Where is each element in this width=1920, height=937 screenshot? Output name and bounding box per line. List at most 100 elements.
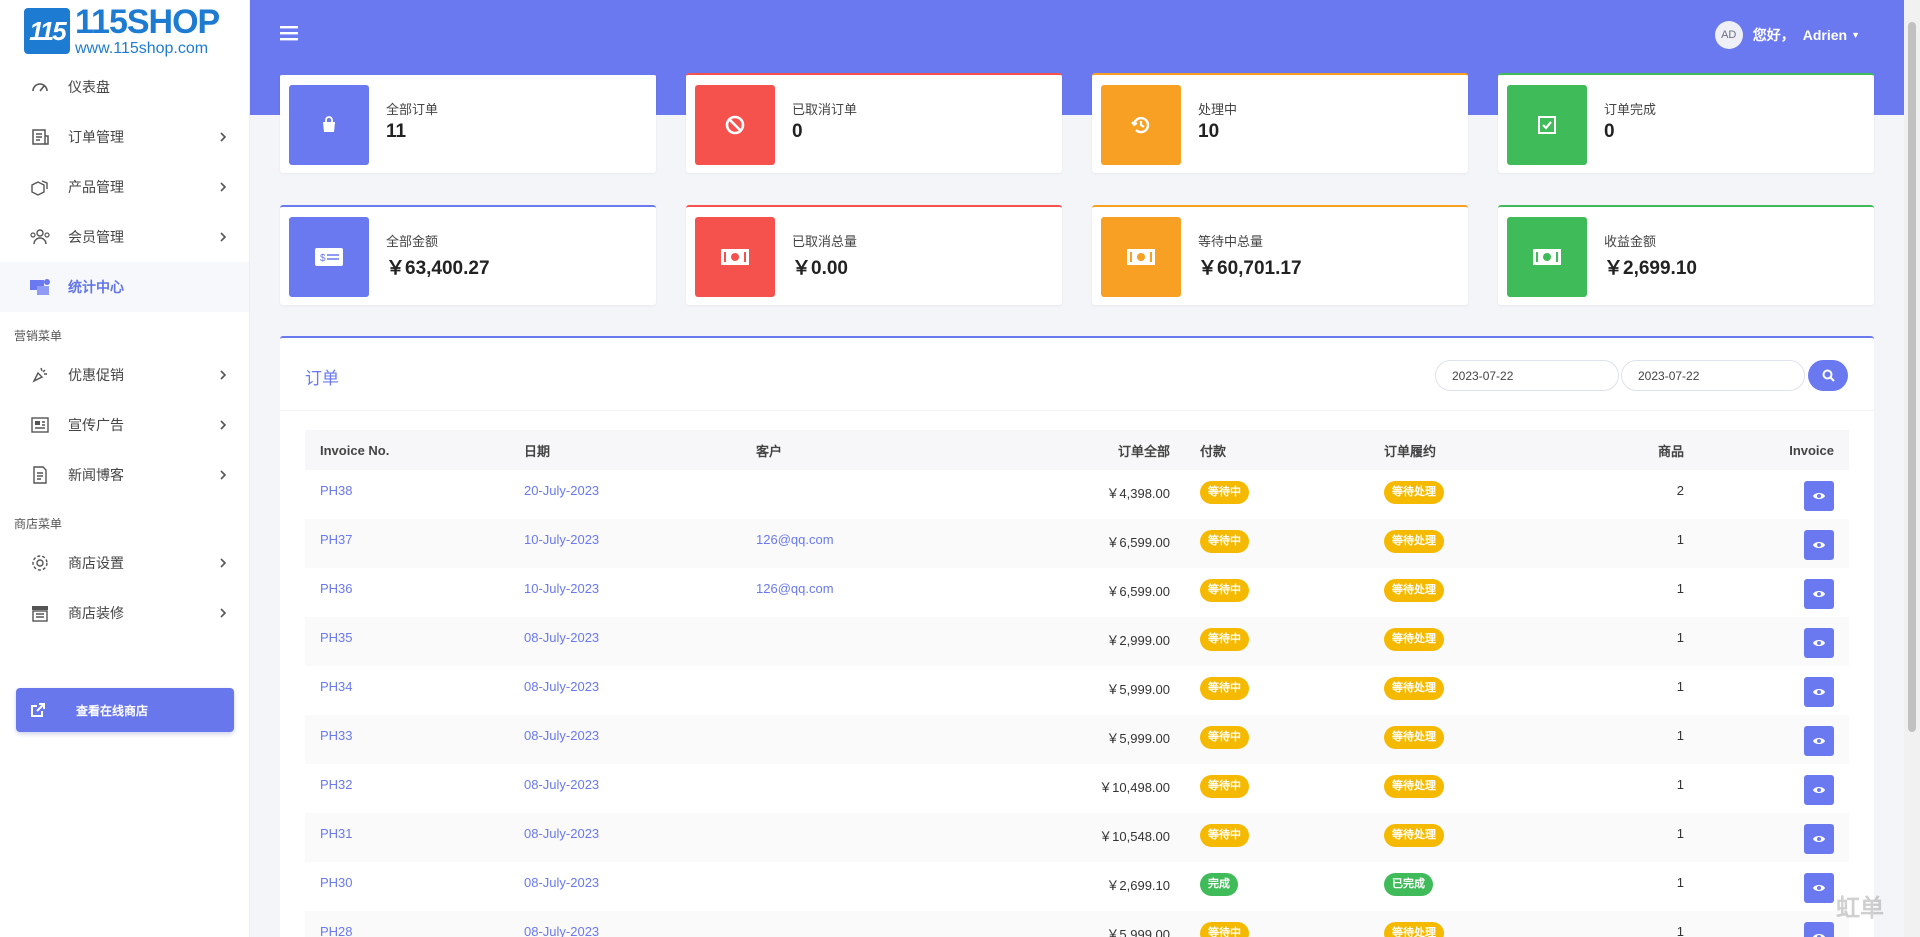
scrollbar[interactable] — [1904, 0, 1920, 937]
sidebar-item-main-4[interactable]: 统计中心 — [0, 262, 249, 312]
cell-invoice: PH36 — [305, 568, 509, 617]
table-row[interactable]: PH30 08-July-2023 ￥2,699.10 完成 已完成 1 — [305, 862, 1849, 911]
table-row[interactable]: PH36 10-July-2023 126@qq.com ￥6,599.00 等待中 等待… — [305, 568, 1849, 617]
ban-icon — [695, 85, 775, 165]
cell-fulfilment: 等待处理 — [1369, 764, 1549, 813]
date-link[interactable]: 20-July-2023 — [524, 483, 599, 498]
customer-link[interactable]: 126@qq.com — [756, 581, 834, 596]
table-row[interactable]: PH37 10-July-2023 126@qq.com ￥6,599.00 等待中 等待… — [305, 519, 1849, 568]
cell-payment: 等待中 — [1185, 568, 1369, 617]
cell-total: ￥5,999.00 — [941, 715, 1185, 764]
cell-date: 08-July-2023 — [509, 764, 741, 813]
invoice-link[interactable]: PH37 — [320, 532, 353, 547]
col-total: 订单全部 — [941, 430, 1185, 470]
invoice-link[interactable]: PH31 — [320, 826, 353, 841]
sidebar-item-marketing-0[interactable]: 优惠促销 — [0, 350, 249, 400]
stat-value: 11 — [386, 121, 407, 142]
sidebar-item-label: 新闻博客 — [68, 467, 124, 483]
view-invoice-button[interactable] — [1804, 873, 1834, 903]
invoice-link[interactable]: PH34 — [320, 679, 353, 694]
users-icon — [28, 225, 52, 249]
invoice-link[interactable]: PH35 — [320, 630, 353, 645]
invoice-link[interactable]: PH28 — [320, 924, 353, 937]
sidebar-item-shop-1[interactable]: 商店装修 — [0, 588, 249, 638]
cell-invoice-action — [1699, 519, 1849, 568]
view-invoice-button[interactable] — [1804, 579, 1834, 609]
table-row[interactable]: PH35 08-July-2023 ￥2,999.00 等待中 等待处理 1 — [305, 617, 1849, 666]
table-row[interactable]: PH32 08-July-2023 ￥10,498.00 等待中 等待处理 1 — [305, 764, 1849, 813]
view-invoice-button[interactable] — [1804, 481, 1834, 511]
table-row[interactable]: PH34 08-July-2023 ￥5,999.00 等待中 等待处理 1 — [305, 666, 1849, 715]
date-link[interactable]: 08-July-2023 — [524, 630, 599, 645]
date-link[interactable]: 10-July-2023 — [524, 581, 599, 596]
cell-date: 08-July-2023 — [509, 666, 741, 715]
date-to-input[interactable]: 2023-07-22 — [1621, 360, 1805, 391]
invoice-link[interactable]: PH36 — [320, 581, 353, 596]
search-button[interactable] — [1808, 360, 1848, 391]
table-row[interactable]: PH28 08-July-2023 ￥5,999.00 等待中 等待处理 1 — [305, 911, 1849, 937]
scrollbar-thumb[interactable] — [1908, 22, 1916, 732]
cell-total: ￥4,398.00 — [1106, 486, 1170, 501]
cell-items: 1 — [1676, 777, 1684, 792]
sidebar-item-main-1[interactable]: 订单管理 — [0, 112, 249, 162]
eye-icon — [1813, 738, 1825, 744]
view-invoice-button[interactable] — [1804, 677, 1834, 707]
avatar: AD — [1714, 21, 1743, 49]
table-row[interactable]: PH38 20-July-2023 ￥4,398.00 等待中 等待处理 2 — [305, 470, 1849, 519]
view-invoice-button[interactable] — [1804, 922, 1834, 937]
cell-date: 08-July-2023 — [509, 862, 741, 911]
cell-customer — [741, 617, 941, 666]
view-invoice-button[interactable] — [1804, 726, 1834, 756]
table-header-row: Invoice No. 日期 客户 订单全部 付款 订单履约 商品 Invoic… — [305, 430, 1849, 470]
cell-total: ￥5,999.00 — [1106, 682, 1170, 697]
stat-card: 处理中 10 — [1092, 73, 1468, 173]
sidebar-item-main-2[interactable]: 产品管理 — [0, 162, 249, 212]
sidebar-item-marketing-1[interactable]: 宣传广告 — [0, 400, 249, 450]
table-row[interactable]: PH31 08-July-2023 ￥10,548.00 等待中 等待处理 1 — [305, 813, 1849, 862]
date-from-input[interactable]: 2023-07-22 — [1435, 360, 1619, 391]
invoice-link[interactable]: PH38 — [320, 483, 353, 498]
stat-title: 全部订单 — [386, 102, 439, 117]
invoice-link[interactable]: PH33 — [320, 728, 353, 743]
stat-card: 已取消订单 0 — [686, 73, 1062, 173]
view-online-shop-button[interactable]: 查看在线商店 — [16, 688, 234, 732]
table-row[interactable]: PH33 08-July-2023 ￥5,999.00 等待中 等待处理 1 — [305, 715, 1849, 764]
history-icon — [1101, 85, 1181, 165]
invoice-link[interactable]: PH32 — [320, 777, 353, 792]
svg-text:$: $ — [320, 253, 326, 264]
sidebar-item-shop-0[interactable]: 商店设置 — [0, 538, 249, 588]
sidebar-item-main-3[interactable]: 会员管理 — [0, 212, 249, 262]
cell-items: 1 — [1549, 519, 1699, 568]
sidebar-item-label: 产品管理 — [68, 179, 124, 195]
cell-items: 1 — [1549, 813, 1699, 862]
user-menu[interactable]: AD 您好， Adrien ▼ — [1714, 21, 1860, 49]
date-link[interactable]: 08-July-2023 — [524, 875, 599, 890]
date-link[interactable]: 08-July-2023 — [524, 728, 599, 743]
sidebar-item-main-0[interactable]: 仪表盘 — [0, 62, 249, 112]
card-icon: $ — [289, 217, 369, 297]
cell-fulfilment: 已完成 — [1369, 862, 1549, 911]
sidebar-item-marketing-2[interactable]: 新闻博客 — [0, 450, 249, 500]
cell-payment: 等待中 — [1185, 470, 1369, 519]
chevron-right-icon — [213, 367, 227, 383]
external-link-icon — [31, 703, 45, 717]
cell-customer — [741, 715, 941, 764]
date-link[interactable]: 08-July-2023 — [524, 777, 599, 792]
date-link[interactable]: 10-July-2023 — [524, 532, 599, 547]
customer-link[interactable]: 126@qq.com — [756, 532, 834, 547]
stat-title: 订单完成 — [1604, 102, 1657, 117]
date-link[interactable]: 08-July-2023 — [524, 826, 599, 841]
view-invoice-button[interactable] — [1804, 824, 1834, 854]
payment-status-badge: 等待中 — [1200, 579, 1249, 602]
cell-invoice-action — [1699, 911, 1849, 937]
view-invoice-button[interactable] — [1804, 775, 1834, 805]
check-square-icon — [1507, 85, 1587, 165]
view-invoice-button[interactable] — [1804, 530, 1834, 560]
view-invoice-button[interactable] — [1804, 628, 1834, 658]
menu-toggle-icon[interactable] — [280, 25, 298, 44]
logo[interactable]: 115 115SHOP www.115shop.com — [0, 0, 249, 62]
invoice-link[interactable]: PH30 — [320, 875, 353, 890]
date-link[interactable]: 08-July-2023 — [524, 924, 599, 937]
date-link[interactable]: 08-July-2023 — [524, 679, 599, 694]
eye-icon — [1813, 885, 1825, 891]
